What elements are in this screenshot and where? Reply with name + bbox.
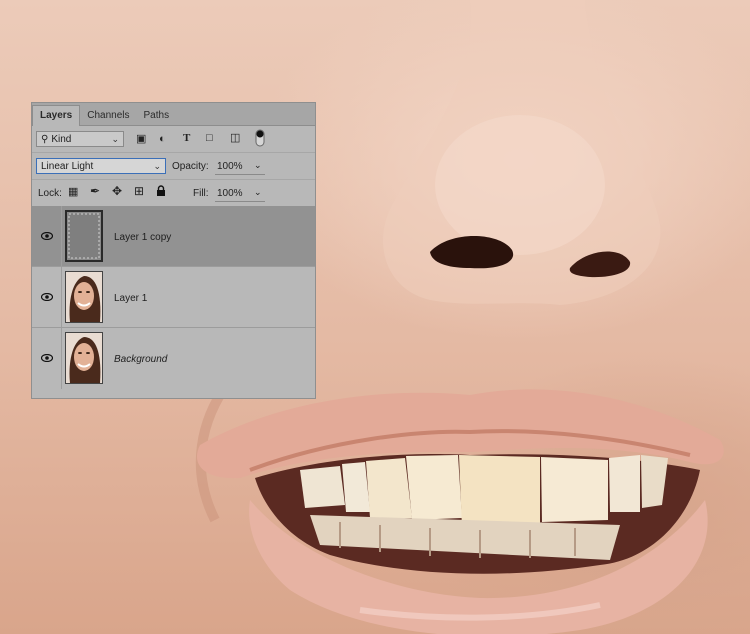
search-icon: ⚲ (41, 133, 49, 145)
chevron-down-icon: ⌄ (153, 161, 161, 171)
lock-row: Lock: ▦ ✒ ✥ ⊞ Fill: 100% ⌄ (32, 180, 315, 207)
layer-name: Layer 1 copy (114, 232, 172, 243)
chevron-down-icon[interactable]: ⌄ (254, 159, 262, 171)
layer-divider (61, 328, 62, 389)
panel-tabs: Layers Channels Paths (32, 103, 315, 126)
image-filter-icon[interactable]: ▣ (136, 133, 146, 145)
adjustment-filter-icon[interactable]: ◐ (159, 133, 166, 145)
fill-value[interactable]: 100% (217, 188, 243, 199)
filter-toggle-icon[interactable] (255, 129, 265, 150)
eye-icon[interactable] (41, 293, 53, 301)
eye-icon[interactable] (41, 232, 53, 240)
lock-image-icon[interactable]: ✒ (90, 185, 100, 197)
fill-underline (215, 201, 265, 202)
layers-panel: Layers Channels Paths ⚲ Kind ⌄ ▣ ◐ T □ ◫… (31, 102, 316, 399)
filter-kind-label: Kind (51, 133, 72, 145)
layer-divider (61, 267, 62, 327)
layer-row-layer-1[interactable]: Layer 1 (32, 267, 315, 328)
opacity-underline (215, 174, 265, 175)
face-thumbnail-icon (66, 333, 102, 383)
tab-paths[interactable]: Paths (137, 106, 177, 125)
layer-thumbnail (65, 271, 103, 323)
layer-row-background[interactable]: Background (32, 328, 315, 389)
chevron-down-icon[interactable]: ⌄ (254, 186, 262, 198)
blend-row: Linear Light ⌄ Opacity: 100% ⌄ (32, 153, 315, 180)
layer-name: Background (114, 354, 168, 365)
lock-artboard-icon[interactable]: ⊞ (134, 185, 144, 197)
opacity-label: Opacity: (172, 161, 209, 172)
tab-layers[interactable]: Layers (32, 105, 81, 126)
filter-row: ⚲ Kind ⌄ ▣ ◐ T □ ◫ (32, 126, 315, 153)
layer-thumbnail (65, 332, 103, 384)
lock-all-icon[interactable] (156, 185, 166, 200)
gray-thumbnail-icon (68, 213, 100, 259)
blend-mode-value: Linear Light (41, 160, 94, 172)
shape-filter-icon[interactable]: □ (206, 132, 213, 144)
tab-channels[interactable]: Channels (80, 106, 136, 125)
layer-divider (61, 206, 62, 266)
eye-icon[interactable] (41, 354, 53, 362)
chevron-down-icon: ⌄ (111, 134, 119, 144)
fill-label: Fill: (193, 188, 209, 199)
smart-object-filter-icon[interactable]: ◫ (230, 132, 240, 144)
layer-thumbnail (65, 210, 103, 262)
layer-name: Layer 1 (114, 293, 148, 304)
lock-position-icon[interactable]: ✥ (112, 185, 122, 197)
filter-kind-select[interactable]: ⚲ Kind ⌄ (36, 131, 124, 147)
face-thumbnail-icon (66, 272, 102, 322)
layer-list: Layer 1 copy Layer 1 Background (32, 206, 315, 398)
opacity-value[interactable]: 100% (217, 161, 243, 172)
type-filter-icon[interactable]: T (183, 132, 190, 144)
lock-label: Lock: (38, 188, 62, 199)
lock-transparent-icon[interactable]: ▦ (68, 186, 78, 198)
layer-row-layer-1-copy[interactable]: Layer 1 copy (32, 206, 315, 267)
blend-mode-select[interactable]: Linear Light ⌄ (36, 158, 166, 174)
